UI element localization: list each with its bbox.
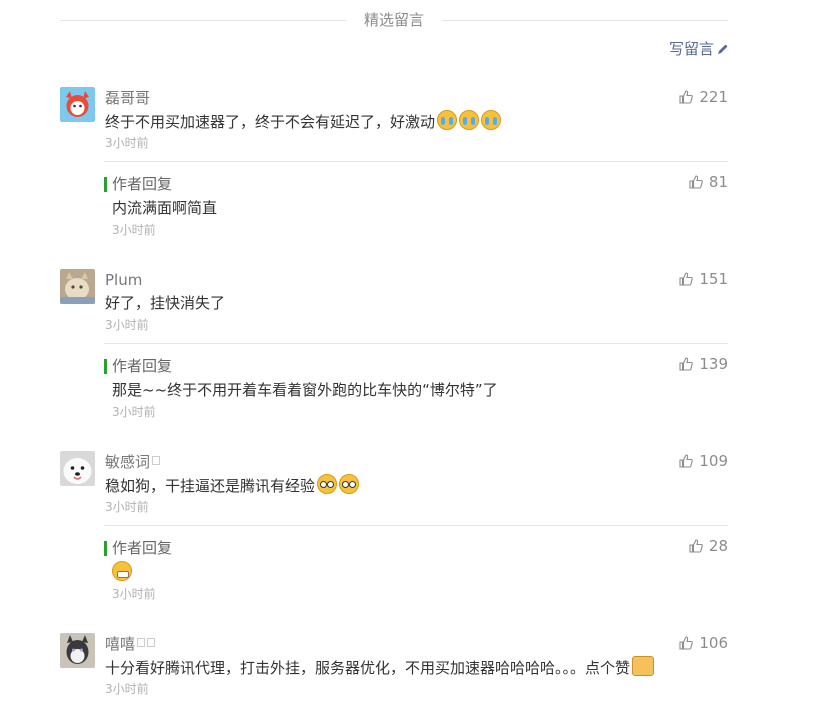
grimace-emoji-icon <box>112 561 132 581</box>
comment-text: 稳如狗，干挂逼还是腾讯有经验 <box>105 474 360 497</box>
shy-emoji-icon <box>317 474 338 494</box>
author-reply: 作者回复 那是~~终于不用开着车看着窗外跑的比车快的“博尔特”了 3小时前 13… <box>104 343 728 430</box>
avatar[interactable] <box>60 87 95 122</box>
comment-item: 磊哥哥 终于不用买加速器了，终于不会有延迟了，好激动 3小时前 221 <box>60 87 728 150</box>
like-button[interactable]: 109 <box>679 451 728 471</box>
avatar[interactable] <box>60 451 95 486</box>
write-comment-button[interactable]: 写留言 <box>669 38 729 60</box>
crying-emoji-icon <box>459 110 480 130</box>
reply-label: 作者回复 <box>104 174 172 194</box>
reply-text <box>112 561 132 584</box>
reply-time: 3小时前 <box>112 587 156 601</box>
comment-item: Plum 好了，挂快消失了 3小时前 151 <box>60 269 728 332</box>
section-header: 精选留言 <box>60 10 728 30</box>
unrendered-glyph-icon <box>137 638 146 647</box>
like-count: 139 <box>699 355 728 373</box>
reply-time: 3小时前 <box>112 405 156 419</box>
thumbs-up-icon <box>679 90 694 104</box>
thumbs-up-icon <box>679 636 694 650</box>
like-count: 221 <box>699 88 728 106</box>
thumbs-up-icon <box>679 454 694 468</box>
reply-label: 作者回复 <box>104 356 172 376</box>
divider <box>442 20 728 21</box>
shy-emoji-icon <box>339 474 360 494</box>
avatar[interactable] <box>60 269 95 304</box>
comment-item: 嘻嘻 十分看好腾讯代理，打击外挂，服务器优化，不用买加速器哈哈哈哈。。。点个赞 … <box>60 633 728 699</box>
like-button[interactable]: 106 <box>679 633 728 653</box>
like-count: 151 <box>699 270 728 288</box>
comment-time: 3小时前 <box>105 682 149 696</box>
crying-emoji-icon <box>437 110 458 130</box>
unrendered-glyph-icon <box>147 638 156 647</box>
comment-time: 3小时前 <box>105 318 149 332</box>
comment-nickname: 嘻嘻 <box>105 634 156 654</box>
comment-nickname: 敏感词 <box>105 452 161 472</box>
reply-text: 内流满面啊简直 <box>112 199 218 217</box>
like-button[interactable]: 151 <box>679 269 728 289</box>
comment-item: 敏感词 稳如狗，干挂逼还是腾讯有经验 3小时前 109 <box>60 451 728 514</box>
thumbs-up-icon <box>679 357 694 371</box>
pencil-icon <box>718 44 728 54</box>
like-count: 81 <box>708 173 728 191</box>
thumbs-up-icon <box>679 272 694 286</box>
comment-text: 好了，挂快消失了 <box>105 294 226 312</box>
comment-text: 终于不用买加速器了，终于不会有延迟了，好激动 <box>105 110 502 133</box>
unrendered-glyph-icon <box>152 456 161 465</box>
like-button[interactable]: 28 <box>689 536 728 556</box>
like-button[interactable]: 81 <box>689 172 728 192</box>
like-button[interactable]: 221 <box>679 87 728 107</box>
write-comment-label: 写留言 <box>668 40 714 58</box>
reply-label: 作者回复 <box>104 538 172 558</box>
author-reply: 作者回复 内流满面啊简直 3小时前 81 <box>104 161 728 248</box>
like-button[interactable]: 139 <box>679 354 728 374</box>
comment-nickname: Plum <box>105 271 143 289</box>
like-count: 109 <box>699 452 728 470</box>
comment-time: 3小时前 <box>105 136 149 150</box>
comment-text: 十分看好腾讯代理，打击外挂，服务器优化，不用买加速器哈哈哈哈。。。点个赞 <box>105 656 655 679</box>
thumbs-up-icon <box>689 539 703 553</box>
comment-nickname: 磊哥哥 <box>105 89 151 107</box>
thumbs-up-emoji-icon <box>632 656 655 676</box>
like-count: 106 <box>699 634 728 652</box>
reply-time: 3小时前 <box>112 223 156 237</box>
reply-text: 那是~~终于不用开着车看着窗外跑的比车快的“博尔特”了 <box>112 381 498 399</box>
crying-emoji-icon <box>481 110 502 130</box>
thumbs-up-icon <box>689 175 703 189</box>
avatar[interactable] <box>60 633 95 668</box>
comment-time: 3小时前 <box>105 500 149 514</box>
author-reply: 作者回复 3小时前 28 <box>104 525 728 612</box>
like-count: 28 <box>708 537 728 555</box>
